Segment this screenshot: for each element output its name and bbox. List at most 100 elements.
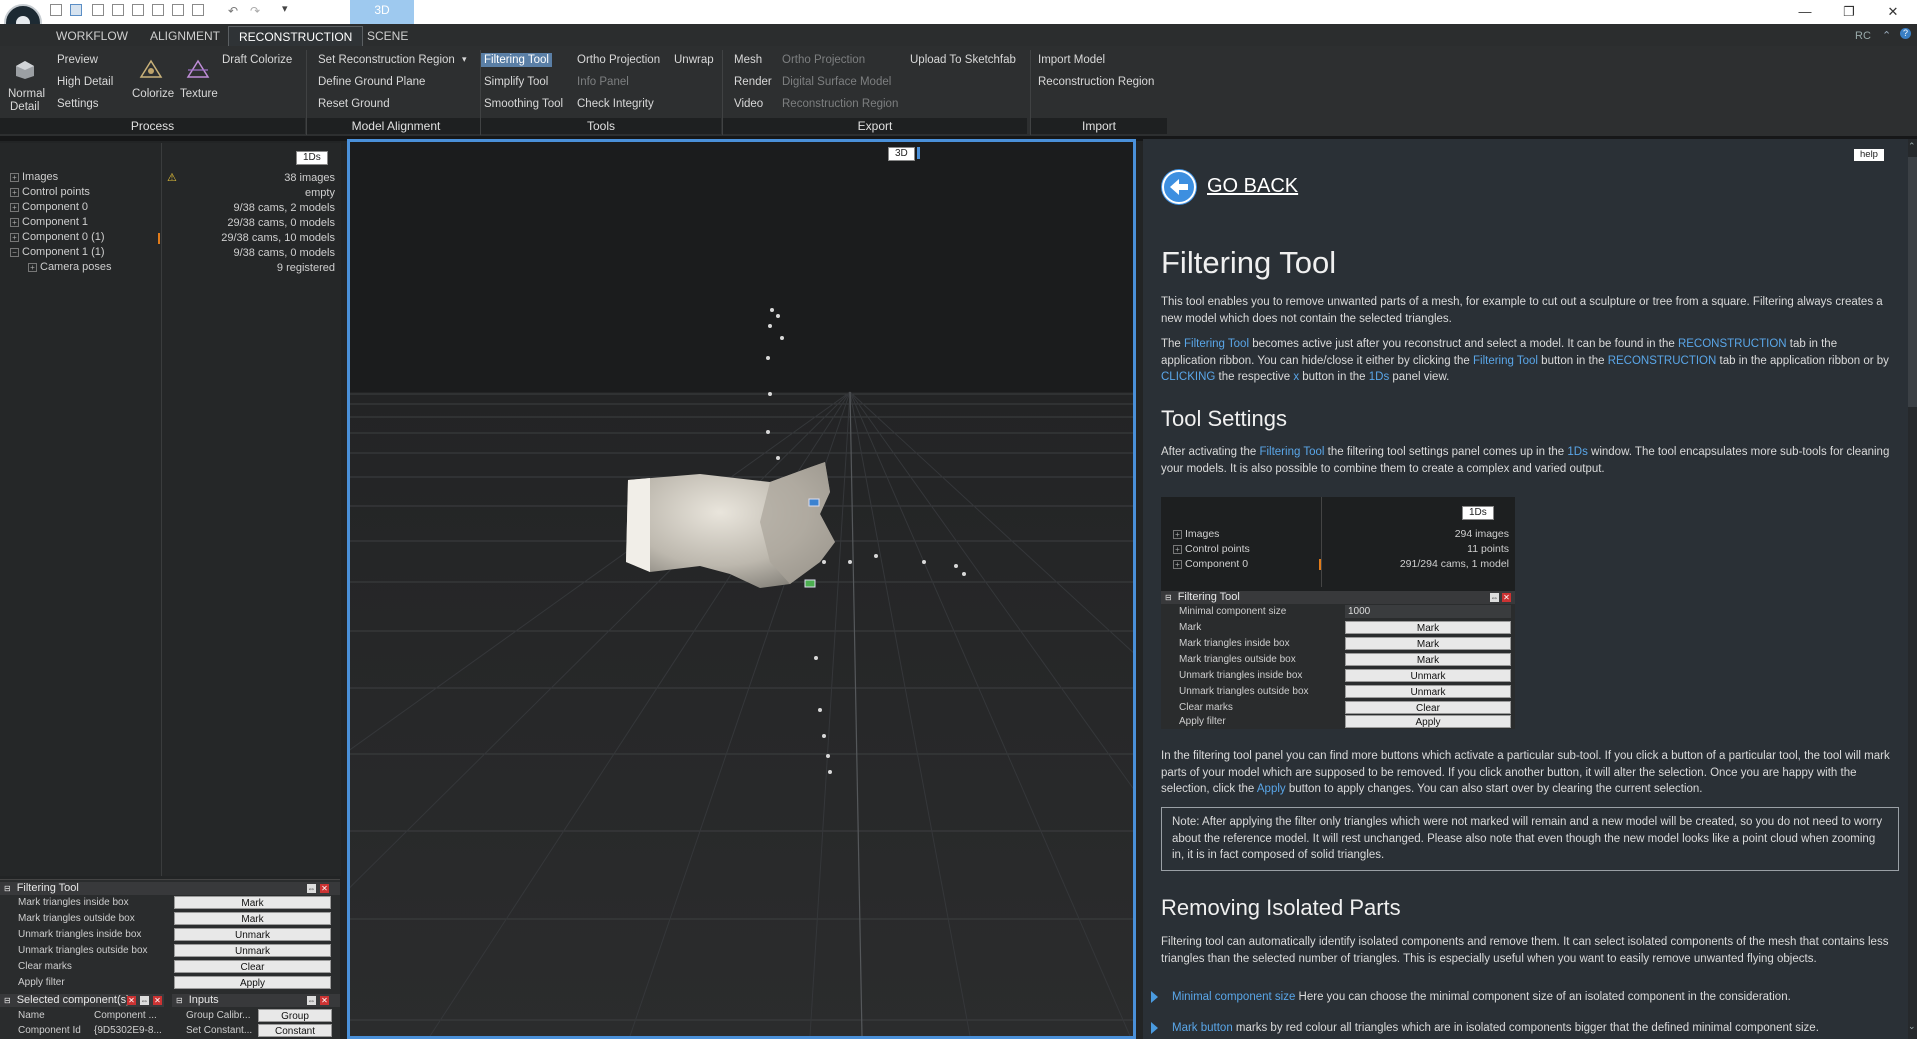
restore-icon[interactable]: ❐ (1834, 2, 1864, 22)
expand-icon[interactable]: + (10, 202, 19, 212)
group-button[interactable]: Group (258, 1009, 332, 1022)
layout-1-icon[interactable] (50, 4, 62, 16)
undo-icon[interactable]: ↶ (228, 4, 238, 18)
clicking-link[interactable]: CLICKING (1161, 371, 1215, 383)
unmark-outside-button[interactable]: Unmark (174, 944, 331, 957)
scroll-up-icon[interactable]: ⌃ (1908, 141, 1916, 152)
tab-scene[interactable]: SCENE (357, 26, 418, 46)
expand-icon[interactable]: + (10, 232, 19, 242)
tab-reconstruction[interactable]: RECONSTRUCTION (228, 26, 364, 47)
go-back-link[interactable]: GO BACK (1207, 175, 1298, 198)
export-render-button[interactable]: Render (734, 76, 772, 88)
expand-icon[interactable]: + (10, 187, 19, 197)
expand-icon[interactable]: + (28, 262, 37, 272)
expand-icon[interactable]: + (10, 172, 19, 182)
layout-8-icon[interactable] (192, 4, 204, 16)
layout-4-icon[interactable] (112, 4, 124, 16)
simplify-tool-button[interactable]: Simplify Tool (484, 76, 548, 88)
collapse-icon[interactable]: ⊟ (176, 996, 183, 1005)
expand-triangle-icon[interactable] (1151, 1022, 1158, 1034)
pin-icon[interactable]: ⇔ (307, 884, 316, 893)
export-video-button[interactable]: Video (734, 98, 763, 110)
1ds-link[interactable]: 1Ds (1369, 371, 1389, 383)
1ds-link[interactable]: 1Ds (1567, 446, 1587, 458)
mark-button-link[interactable]: Mark button (1172, 1022, 1233, 1034)
info-panel-button[interactable]: Info Panel (577, 76, 629, 88)
minimize-icon[interactable]: — (1790, 2, 1820, 22)
reconstruction-link[interactable]: RECONSTRUCTION (1678, 338, 1787, 350)
help-icon[interactable]: ? (1900, 28, 1911, 39)
apply-filter-button[interactable]: Apply (174, 976, 331, 989)
close-icon[interactable]: ✕ (320, 884, 329, 893)
export-ortho-projection-button[interactable]: Ortho Projection (782, 54, 865, 66)
settings-button[interactable]: Settings (57, 98, 99, 110)
collapse-ribbon-icon[interactable]: ⌃ (1882, 29, 1891, 42)
collapse-icon[interactable]: ⊟ (4, 884, 11, 893)
help-scrollbar[interactable]: ⌃ ⌄ (1908, 139, 1917, 1039)
tab-workflow[interactable]: WORKFLOW (46, 26, 138, 46)
camera-marker-icon[interactable] (804, 579, 816, 588)
expand-triangle-icon[interactable] (1151, 991, 1158, 1003)
import-reconstruction-region-button[interactable]: Reconstruction Region (1038, 76, 1154, 88)
tree-item-component-1[interactable]: + Component 1 (10, 216, 88, 228)
redo-icon[interactable]: ↷ (250, 4, 260, 18)
import-model-button[interactable]: Import Model (1038, 54, 1105, 66)
close-icon[interactable]: ✕ (320, 996, 329, 1005)
texture-button[interactable]: Texture (180, 88, 218, 100)
unmark-inside-button[interactable]: Unmark (174, 928, 331, 941)
set-reconstruction-region-button[interactable]: Set Reconstruction Region (318, 54, 455, 66)
pin-icon[interactable]: ⇔ (140, 996, 149, 1005)
1ds-badge[interactable]: 1Ds (296, 151, 328, 165)
help-button[interactable]: help (1854, 149, 1884, 161)
mark-outside-button[interactable]: Mark (174, 912, 331, 925)
reset-ground-button[interactable]: Reset Ground (318, 98, 390, 110)
go-back-icon[interactable] (1161, 169, 1197, 205)
customize-icon[interactable]: ▾ (282, 2, 288, 15)
expand-icon[interactable]: + (10, 217, 19, 227)
filtering-tool-link[interactable]: Filtering Tool (1473, 355, 1538, 367)
tree-item-component-1-1[interactable]: − Component 1 (1) (10, 246, 105, 258)
tree-item-component-0[interactable]: + Component 0 (10, 201, 88, 213)
smoothing-tool-button[interactable]: Smoothing Tool (484, 98, 563, 110)
clear-marks-button[interactable]: Clear (174, 960, 331, 973)
normal-detail-button-line2[interactable]: Detail (10, 101, 39, 113)
close-icon[interactable]: ✕ (127, 996, 136, 1005)
filtering-tool-button[interactable]: Filtering Tool (481, 53, 552, 67)
layout-5-icon[interactable] (132, 4, 144, 16)
filtering-tool-link[interactable]: Filtering Tool (1259, 446, 1324, 458)
check-integrity-button[interactable]: Check Integrity (577, 98, 654, 110)
scroll-down-icon[interactable]: ⌄ (1908, 1021, 1916, 1032)
mark-inside-button[interactable]: Mark (174, 896, 331, 909)
tree-item-camera-poses[interactable]: + Camera poses (28, 261, 112, 273)
scrollbar-thumb[interactable] (1908, 157, 1917, 407)
ortho-projection-tool-button[interactable]: Ortho Projection (577, 54, 660, 66)
apply-link[interactable]: Apply (1257, 783, 1286, 795)
reconstructed-model[interactable] (626, 462, 835, 588)
chevron-down-icon[interactable]: ▾ (462, 54, 467, 65)
layout-3-icon[interactable] (92, 4, 104, 16)
tree-item-component-0-1[interactable]: + Component 0 (1) (10, 231, 105, 243)
pin-icon[interactable]: ⇔ (307, 996, 316, 1005)
define-ground-plane-button[interactable]: Define Ground Plane (318, 76, 425, 88)
upload-sketchfab-button[interactable]: Upload To Sketchfab (910, 54, 1016, 66)
unwrap-button[interactable]: Unwrap (674, 54, 714, 66)
reconstruction-link[interactable]: RECONSTRUCTION (1608, 355, 1717, 367)
tree-item-control-points[interactable]: + Control points (10, 186, 90, 198)
3d-badge[interactable]: 3D (888, 147, 915, 161)
filtering-tool-link[interactable]: Filtering Tool (1184, 338, 1249, 350)
layout-7-icon[interactable] (172, 4, 184, 16)
tree-item-images[interactable]: + Images (10, 171, 58, 183)
export-mesh-button[interactable]: Mesh (734, 54, 762, 66)
colorize-button[interactable]: Colorize (132, 88, 174, 100)
collapse-icon[interactable]: ⊟ (4, 996, 11, 1005)
constant-button[interactable]: Constant (258, 1024, 332, 1037)
layout-2-icon[interactable] (70, 4, 82, 16)
minimal-size-link[interactable]: Minimal component size (1172, 991, 1295, 1003)
tab-alignment[interactable]: ALIGNMENT (140, 26, 230, 46)
close-icon[interactable]: ✕ (1878, 2, 1908, 22)
camera-marker-icon[interactable] (808, 498, 820, 507)
close-icon[interactable]: ✕ (153, 996, 162, 1005)
layout-6-icon[interactable] (152, 4, 164, 16)
collapse-icon[interactable]: − (10, 247, 19, 257)
preview-button[interactable]: Preview (57, 54, 98, 66)
